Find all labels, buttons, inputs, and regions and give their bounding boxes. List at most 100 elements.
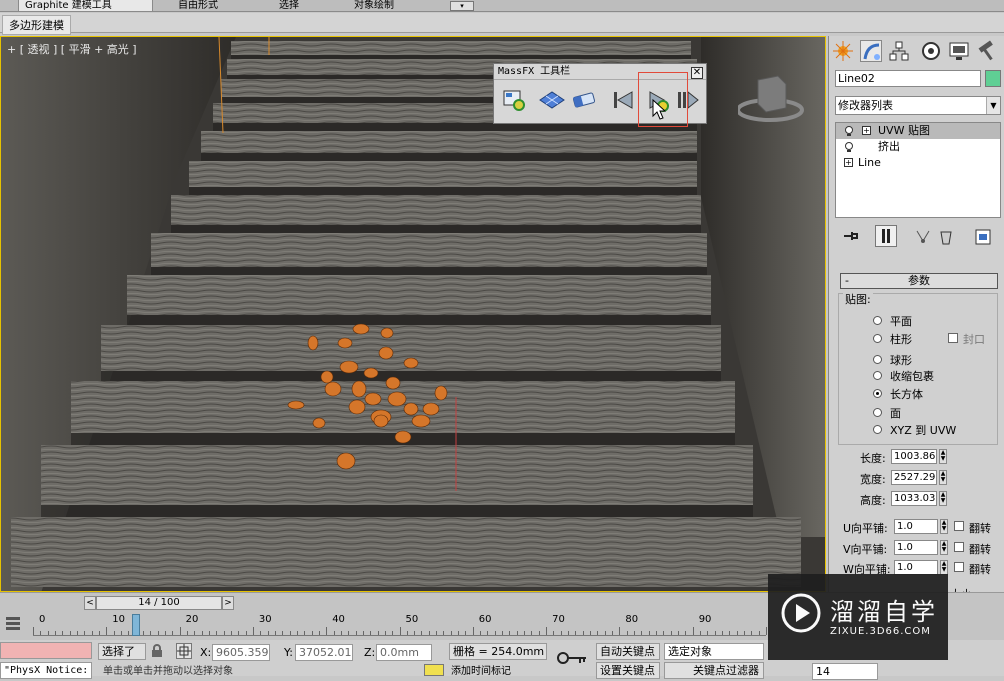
timeline-tick — [69, 631, 71, 635]
watermark-logo-icon — [781, 593, 821, 633]
timeline-tick — [216, 631, 218, 635]
radio-face-label: 面 — [890, 407, 901, 420]
radio-planar[interactable] — [873, 316, 882, 325]
timeline-tick-label: 80 — [625, 614, 639, 625]
show-end-result-icon[interactable] — [875, 225, 897, 247]
u-tile-spinner[interactable]: 1.0 — [894, 519, 938, 534]
timeline-tick — [604, 631, 606, 635]
radio-xyz-to-uvw[interactable] — [873, 425, 882, 434]
configure-modifier-sets-icon[interactable] — [975, 229, 991, 248]
timeline-ruler[interactable]: 0 10 20 30 40 50 60 70 80 90 — [33, 614, 767, 636]
w-tile-spinner[interactable]: 1.0 — [894, 560, 938, 575]
object-name-field[interactable]: Line02 — [835, 70, 981, 87]
timeline-tick — [47, 631, 49, 635]
key-filters-button[interactable]: 关键点过滤器 — [664, 662, 764, 679]
timeline-tick — [678, 631, 680, 635]
absolute-mode-icon[interactable] — [176, 643, 192, 659]
make-unique-icon[interactable] — [915, 229, 933, 246]
timeline-tick — [472, 627, 474, 635]
w-tile-spinner-arrows[interactable]: ▲ ▼ — [940, 560, 948, 575]
reset-simulation-button[interactable] — [610, 86, 640, 114]
y-coord-field[interactable]: 37052.017 — [295, 644, 353, 661]
auto-key-button[interactable]: 自动关键点 — [596, 643, 660, 660]
width-spinner-arrows[interactable]: ▲ ▼ — [939, 470, 947, 485]
key-icon[interactable] — [556, 650, 588, 669]
utilities-tab-icon[interactable] — [976, 40, 998, 62]
radio-face[interactable] — [873, 408, 882, 417]
modifier-list-dropdown[interactable]: 修改器列表 ▼ — [835, 96, 1001, 115]
viewport-label[interactable]: + [ 透视 ] [ 平滑 + 高光 ] — [7, 41, 137, 57]
u-tile-spinner-arrows[interactable]: ▲ ▼ — [940, 519, 948, 534]
params-rollout-header[interactable]: - 参数 — [840, 273, 998, 289]
pin-stack-icon[interactable] — [843, 229, 859, 246]
radio-planar-label: 平面 — [890, 315, 912, 328]
maxscript-output[interactable]: "PhysX Notice: — [0, 662, 92, 679]
time-slider[interactable]: 14 / 100 — [96, 596, 222, 610]
cap-checkbox[interactable] — [948, 333, 958, 343]
object-color-swatch[interactable] — [985, 70, 1001, 87]
expand-icon[interactable]: + — [862, 126, 871, 135]
stack-item-line[interactable]: + Line — [836, 155, 1000, 171]
current-frame-marker[interactable] — [131, 614, 140, 636]
expand-icon[interactable]: + — [844, 158, 853, 167]
stack-item-uvw-map[interactable]: + UVW 贴图 — [836, 123, 1000, 139]
radio-shrink-wrap[interactable] — [873, 371, 882, 380]
rigid-body-button[interactable] — [538, 86, 568, 114]
add-time-tag-label[interactable]: 添加时间标记 — [448, 664, 548, 681]
mini-curve-editor-icon[interactable] — [4, 614, 22, 632]
hierarchy-tab-icon[interactable] — [888, 40, 910, 62]
maxscript-listener[interactable] — [0, 642, 92, 659]
timeline-tick — [33, 627, 34, 635]
z-coord-label: Z: — [364, 646, 376, 659]
display-tab-icon[interactable] — [948, 40, 970, 62]
set-key-button[interactable]: 设置关键点 — [596, 662, 660, 679]
ribbon-panel: 多边形建模 — [0, 13, 1004, 35]
stack-item-extrude[interactable]: 挤出 — [836, 139, 1000, 155]
height-spinner[interactable]: 1033.03 — [891, 491, 937, 506]
length-spinner[interactable]: 1003.86 — [891, 449, 937, 464]
timeline-tick — [626, 631, 628, 635]
key-selection-dropdown[interactable]: 选定对象 — [664, 643, 764, 660]
motion-tab-icon[interactable] — [920, 40, 942, 62]
watermark-title: 溜溜自学 — [830, 598, 938, 626]
create-tab-icon[interactable] — [832, 40, 854, 62]
close-icon[interactable]: ✕ — [691, 67, 703, 79]
timeline-tick — [546, 627, 548, 635]
u-flip-checkbox[interactable] — [954, 521, 964, 531]
tab-freeform[interactable]: 自由形式 — [172, 0, 224, 12]
radio-cylindrical[interactable] — [873, 334, 882, 343]
tab-object-paint[interactable]: 对象绘制 — [348, 0, 400, 12]
lock-selection-icon[interactable] — [150, 644, 164, 661]
v-tile-spinner[interactable]: 1.0 — [894, 540, 938, 555]
timeline-tick — [172, 631, 174, 635]
radio-box[interactable] — [873, 389, 882, 398]
height-spinner-arrows[interactable]: ▲ ▼ — [939, 491, 947, 506]
timeline-tick — [392, 631, 394, 635]
remove-modifier-icon[interactable] — [939, 229, 953, 248]
length-spinner-arrows[interactable]: ▲ ▼ — [939, 449, 947, 464]
x-coord-field[interactable]: 9605.359m — [212, 644, 270, 661]
timeline-tick — [641, 631, 643, 635]
time-slider-prev[interactable]: < — [84, 596, 96, 610]
timeline-tick — [766, 627, 767, 635]
viewcube[interactable] — [736, 72, 808, 132]
ribbon-options-dropdown[interactable]: ▾ — [450, 1, 474, 11]
v-tile-spinner-arrows[interactable]: ▲ ▼ — [940, 540, 948, 555]
timeline-tick — [531, 631, 533, 635]
world-params-button[interactable] — [500, 86, 530, 114]
radio-spherical[interactable] — [873, 355, 882, 364]
tab-graphite-modeling[interactable]: Graphite 建模工具 — [18, 0, 153, 12]
timeline-tick — [76, 631, 78, 635]
current-frame-field[interactable]: 14 — [812, 663, 878, 680]
w-flip-checkbox[interactable] — [954, 562, 964, 572]
cloth-eraser-button[interactable] — [570, 86, 600, 114]
z-coord-field[interactable]: 0.0mm — [376, 644, 432, 661]
width-spinner[interactable]: 2527.29 — [891, 470, 937, 485]
tab-selection[interactable]: 选择 — [273, 0, 305, 12]
polygon-modeling-label[interactable]: 多边形建模 — [2, 15, 71, 35]
time-slider-next[interactable]: > — [222, 596, 234, 610]
add-time-tag-icon[interactable] — [424, 664, 444, 676]
u-flip-label: 翻转 — [969, 522, 991, 535]
v-flip-checkbox[interactable] — [954, 542, 964, 552]
modify-tab-icon[interactable] — [860, 40, 882, 62]
